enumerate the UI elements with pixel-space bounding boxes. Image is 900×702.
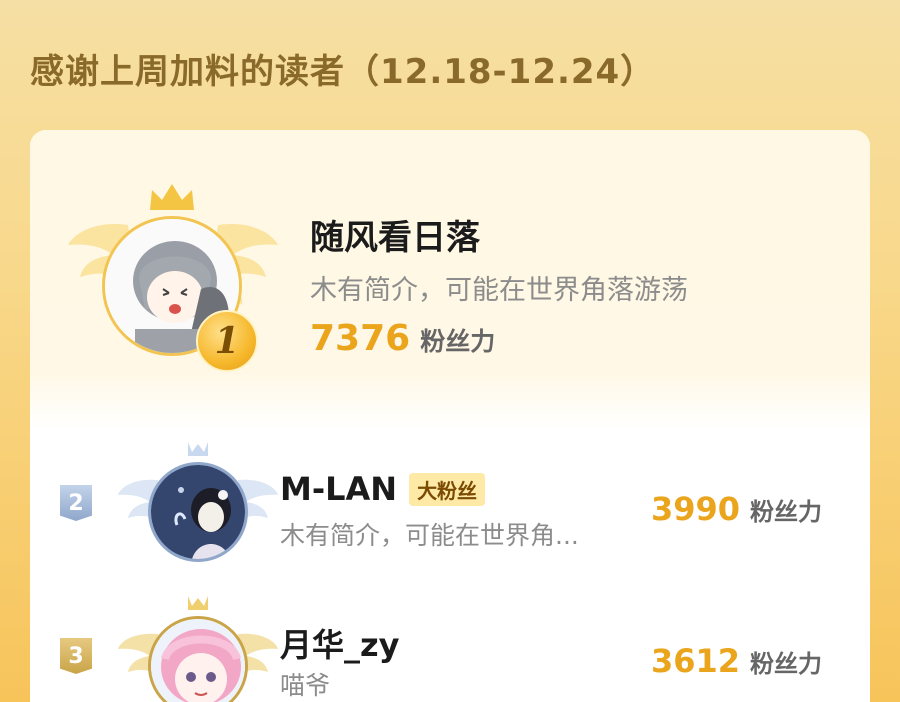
top-reader-score: 7376 粉丝力 — [310, 318, 495, 359]
reader-name-text: M-LAN — [280, 470, 398, 508]
top-reader-bio: 木有简介，可能在世界角落游荡 — [310, 275, 688, 306]
top-reader-section: 1 随风看日落 木有简介，可能在世界角落游荡 7376 粉丝力 — [30, 130, 870, 430]
leaderboard-card: 1 随风看日落 木有简介，可能在世界角落游荡 7376 粉丝力 2 M-LAN … — [30, 130, 870, 702]
avatar-illustration — [151, 619, 245, 702]
score-value: 3990 — [650, 490, 740, 528]
list-item[interactable]: 2 M-LAN 大粉丝 木有简介，可能在世界角... 3990 粉丝力 — [30, 430, 870, 580]
reader-bio: 喵爷 — [280, 671, 331, 700]
score-value: 7376 — [310, 318, 411, 359]
reader-score: 3612 粉丝力 — [651, 642, 822, 680]
reader-bio: 木有简介，可能在世界角... — [280, 521, 579, 550]
fan-badge: 大粉丝 — [409, 472, 486, 506]
list-item[interactable]: 3 月华_zy 喵爷 3612 粉丝力 — [30, 580, 870, 702]
rank-badge: 2 — [60, 485, 92, 521]
page-title: 感谢上周加料的读者（12.18-12.24） — [30, 52, 656, 92]
rank-medal-icon: 1 — [196, 310, 258, 372]
score-unit: 粉丝力 — [750, 498, 822, 526]
reader-score: 3990 粉丝力 — [651, 490, 822, 528]
crown-icon — [150, 184, 194, 210]
rank-badge: 3 — [60, 638, 92, 674]
score-unit: 粉丝力 — [750, 650, 822, 678]
score-value: 3612 — [650, 642, 740, 680]
reader-name-text: 月华_zy — [280, 626, 400, 664]
reader-name[interactable]: 月华_zy — [280, 620, 400, 666]
top-reader-name[interactable]: 随风看日落 — [310, 210, 480, 259]
avatar[interactable] — [148, 462, 248, 562]
score-unit: 粉丝力 — [420, 327, 496, 356]
reader-name[interactable]: M-LAN 大粉丝 — [280, 470, 486, 508]
